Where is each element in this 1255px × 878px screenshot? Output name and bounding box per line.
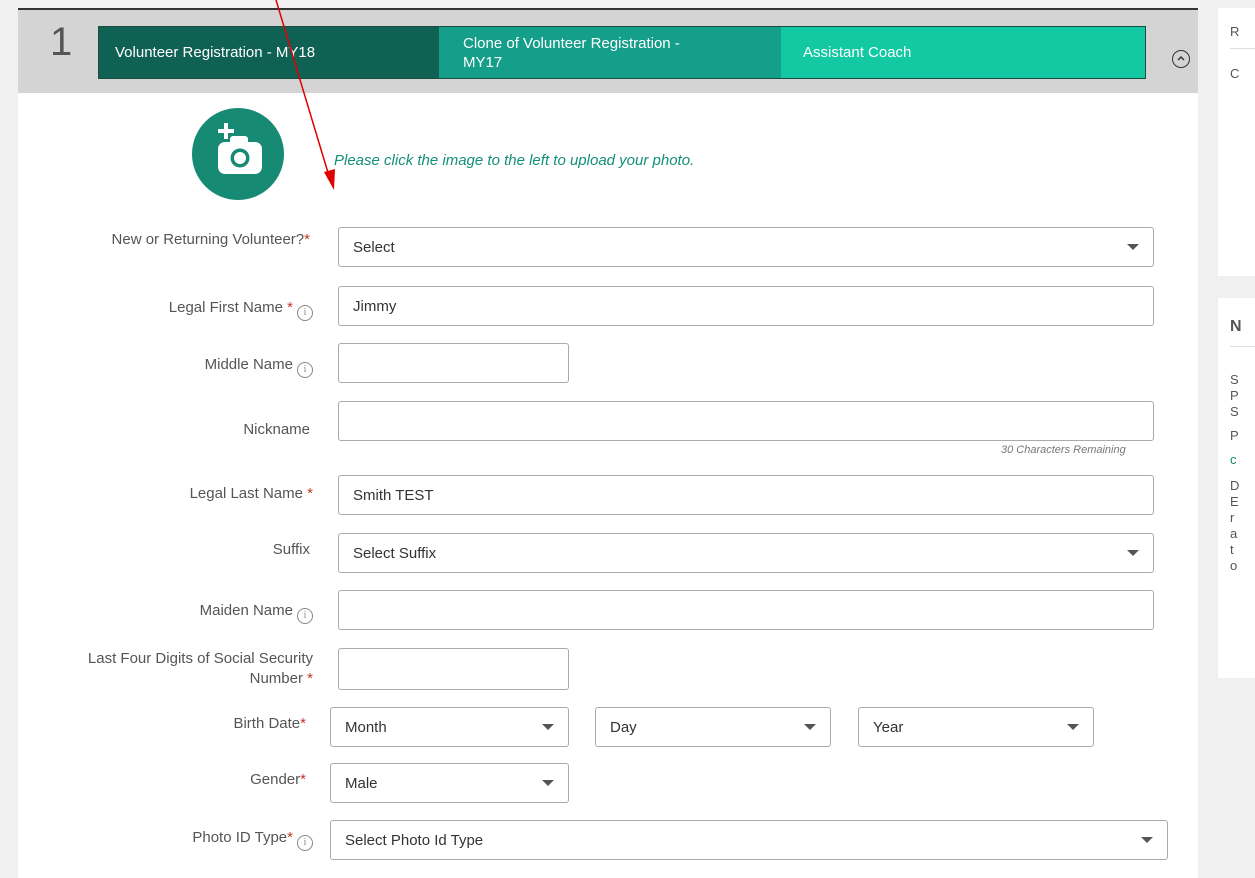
sidebar-text: S — [1230, 404, 1239, 419]
sidebar-text: a — [1230, 526, 1238, 541]
annotation-arrow — [275, 0, 335, 190]
sidebar-link[interactable]: c — [1230, 452, 1237, 467]
sidebar-text: S — [1230, 372, 1239, 387]
sidebar-text: C — [1230, 66, 1240, 81]
sidebar-text: R — [1230, 24, 1240, 39]
sidebar-text: P — [1230, 388, 1239, 403]
divider — [1230, 346, 1255, 347]
sidebar-text: D — [1230, 478, 1240, 493]
sidebar-text: t — [1230, 542, 1234, 557]
sidebar-text: o — [1230, 558, 1238, 573]
sidebar-text: E — [1230, 494, 1239, 509]
sidebar-panel-top: R C — [1218, 8, 1255, 276]
sidebar-text: r — [1230, 510, 1235, 525]
sidebar-panel-bottom: N S P S P c D E r a t o — [1218, 298, 1255, 678]
divider — [1230, 48, 1255, 49]
sidebar-heading: N — [1230, 318, 1242, 335]
sidebar-text: P — [1230, 428, 1239, 443]
